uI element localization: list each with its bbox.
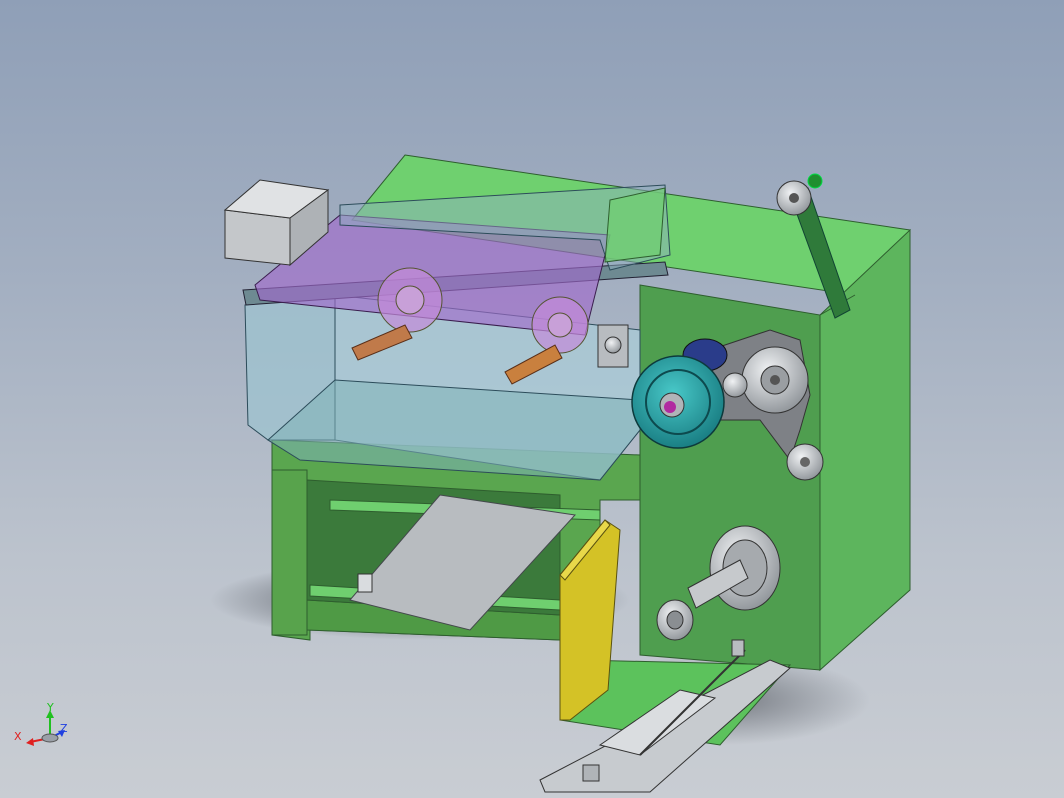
rail-end-block bbox=[731, 639, 745, 657]
tray-bracket bbox=[357, 573, 373, 593]
pulley-hub-magenta bbox=[664, 401, 676, 413]
small-pulley bbox=[722, 372, 748, 398]
bracket-box-front bbox=[224, 209, 291, 266]
y-axis-label: Y bbox=[47, 701, 54, 714]
machine-model bbox=[210, 154, 911, 793]
cad-viewport[interactable]: Y X Z bbox=[0, 0, 1064, 798]
x-axis-label: X bbox=[14, 730, 22, 743]
knob-green bbox=[807, 173, 823, 189]
green-cover-flap bbox=[604, 187, 666, 263]
rail-bracket bbox=[582, 764, 600, 782]
z-axis-label: Z bbox=[60, 722, 68, 735]
frame-leg-left bbox=[271, 469, 308, 636]
